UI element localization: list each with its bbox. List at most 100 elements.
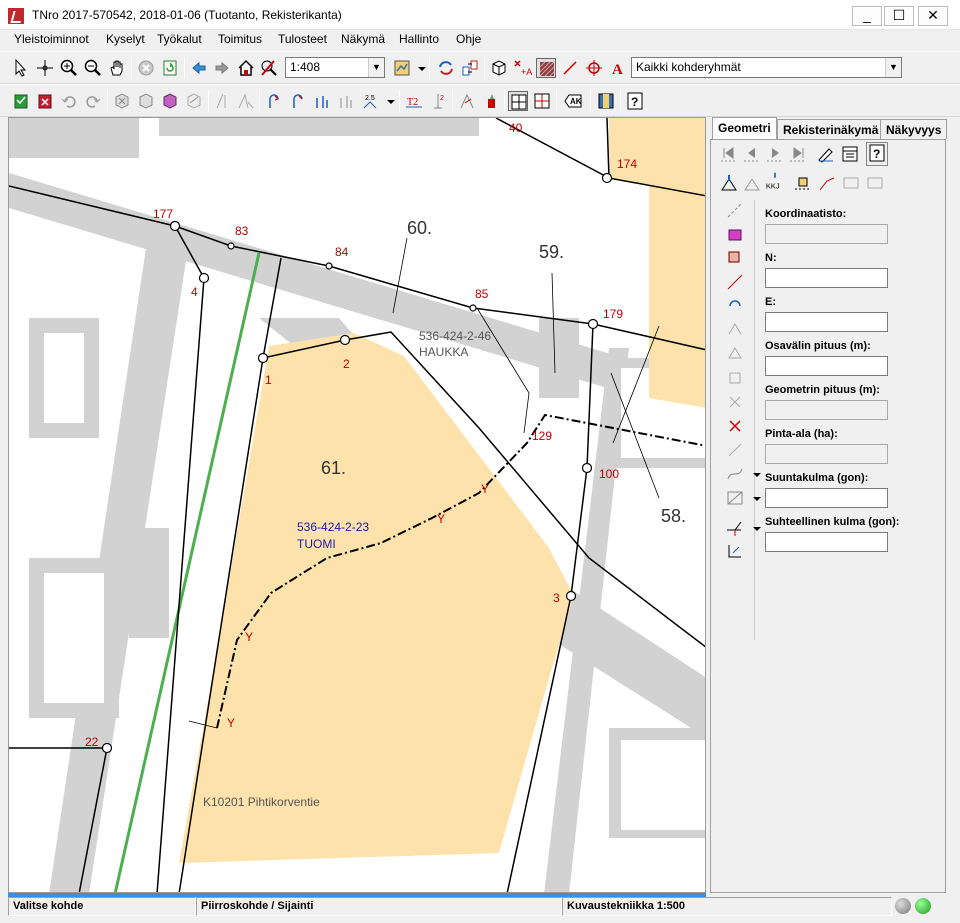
text-move-icon[interactable]: 2 bbox=[428, 91, 448, 111]
menu-yleistoiminnot[interactable]: Yleistoiminnot bbox=[14, 32, 89, 46]
point-append-icon[interactable] bbox=[742, 173, 762, 193]
shape-color-icon[interactable] bbox=[160, 91, 180, 111]
prev-icon[interactable] bbox=[742, 144, 762, 164]
zoom-in-icon[interactable] bbox=[59, 58, 79, 78]
last-icon[interactable] bbox=[788, 144, 808, 164]
n-coordinate-field[interactable] bbox=[765, 268, 888, 288]
zoom-out-icon[interactable] bbox=[83, 58, 103, 78]
undo-icon[interactable] bbox=[59, 91, 79, 111]
menu-hallinto[interactable]: Hallinto bbox=[399, 32, 439, 46]
stop-icon[interactable] bbox=[136, 58, 156, 78]
swap-icon[interactable] bbox=[436, 58, 456, 78]
help-icon[interactable]: ? bbox=[866, 142, 888, 166]
spacing-icon[interactable]: 2.5 bbox=[360, 91, 380, 111]
segment-length-field[interactable] bbox=[765, 356, 888, 376]
cube-icon[interactable] bbox=[489, 58, 509, 78]
rect-dropdown-icon[interactable] bbox=[747, 488, 761, 508]
shape-delete2-icon[interactable] bbox=[725, 392, 745, 412]
help-icon[interactable]: ? bbox=[625, 91, 645, 111]
measure-icon[interactable] bbox=[213, 91, 233, 111]
grid-mode2-icon[interactable] bbox=[532, 91, 552, 111]
arc-icon[interactable] bbox=[817, 173, 837, 193]
shape-edit-icon[interactable] bbox=[184, 91, 204, 111]
first-icon[interactable] bbox=[719, 144, 739, 164]
curve-icon[interactable] bbox=[725, 464, 745, 484]
tab-rekisterinakyma[interactable]: Rekisterinäkymä bbox=[777, 119, 885, 139]
home-icon[interactable] bbox=[236, 58, 256, 78]
object-group-select[interactable]: Kaikki kohderyhmät ▼ bbox=[631, 57, 902, 78]
point-move-icon[interactable] bbox=[288, 91, 308, 111]
shape-delete-icon[interactable] bbox=[112, 91, 132, 111]
arc3-icon[interactable] bbox=[865, 173, 885, 193]
layers-dropdown-icon[interactable] bbox=[412, 58, 426, 78]
hatch-icon[interactable] bbox=[536, 58, 556, 78]
tab-geometri[interactable]: Geometri bbox=[712, 117, 777, 140]
grid-mode-icon[interactable] bbox=[508, 91, 528, 111]
text-icon[interactable]: A bbox=[608, 58, 628, 78]
rect-icon[interactable] bbox=[725, 488, 745, 508]
map-canvas[interactable]: 40 174 177 83 84 85 179 4 2 1 129 100 3 … bbox=[9, 118, 706, 893]
tab-nakyvyys[interactable]: Näkyvyys bbox=[880, 119, 948, 139]
point-insert-icon[interactable] bbox=[719, 173, 739, 193]
relative-angle-icon[interactable] bbox=[725, 542, 745, 562]
kkj-icon[interactable]: KKJ bbox=[765, 171, 789, 195]
spacing-dropdown-icon[interactable] bbox=[381, 91, 395, 111]
redo-icon[interactable] bbox=[83, 91, 103, 111]
locate-icon[interactable] bbox=[259, 58, 279, 78]
select-icon[interactable] bbox=[11, 58, 31, 78]
relative-angle-field[interactable] bbox=[765, 532, 888, 552]
e-coordinate-field[interactable] bbox=[765, 312, 888, 332]
forward-icon[interactable] bbox=[212, 58, 232, 78]
polygon2-icon[interactable] bbox=[725, 248, 745, 268]
label-icon[interactable]: +A bbox=[512, 58, 532, 78]
menu-tyokalut[interactable]: Työkalut bbox=[157, 32, 202, 46]
layers-icon[interactable] bbox=[392, 58, 412, 78]
shape-icon[interactable] bbox=[136, 91, 156, 111]
curve-dropdown-icon[interactable] bbox=[747, 464, 761, 484]
menu-tulosteet[interactable]: Tulosteet bbox=[278, 32, 327, 46]
target-icon[interactable] bbox=[584, 58, 604, 78]
rotate-icon[interactable] bbox=[725, 296, 745, 316]
tool-icon[interactable] bbox=[725, 440, 745, 460]
maximize-button[interactable]: ☐ bbox=[884, 6, 914, 26]
shape-tool3-icon[interactable] bbox=[725, 368, 745, 388]
point-split-icon[interactable] bbox=[336, 91, 356, 111]
shape-tool-icon[interactable] bbox=[725, 320, 745, 340]
table-icon[interactable] bbox=[840, 144, 860, 164]
map-view[interactable]: 40 174 177 83 84 85 179 4 2 1 129 100 3 … bbox=[8, 117, 706, 893]
vertex-icon[interactable] bbox=[793, 173, 813, 193]
pen-icon[interactable] bbox=[481, 91, 501, 111]
delete-layer-icon[interactable] bbox=[35, 91, 55, 111]
refresh-icon[interactable] bbox=[160, 58, 180, 78]
ak-tag-icon[interactable]: AK bbox=[563, 91, 583, 111]
arc2-icon[interactable] bbox=[841, 173, 861, 193]
delete-point-icon[interactable] bbox=[725, 416, 745, 436]
pan-crosshair-icon[interactable] bbox=[35, 58, 55, 78]
menu-ohje[interactable]: Ohje bbox=[456, 32, 481, 46]
measure2-icon[interactable] bbox=[236, 91, 256, 111]
segment-icon[interactable] bbox=[725, 200, 745, 220]
menu-toimitus[interactable]: Toimitus bbox=[218, 32, 262, 46]
book-icon[interactable] bbox=[596, 91, 616, 111]
minimize-button[interactable]: _ bbox=[852, 6, 882, 26]
hand-icon[interactable] bbox=[107, 58, 127, 78]
line-edit-icon[interactable] bbox=[725, 272, 745, 292]
menu-kyselyt[interactable]: Kyselyt bbox=[106, 32, 145, 46]
back-icon[interactable] bbox=[189, 58, 209, 78]
edit-geometry-icon[interactable] bbox=[816, 144, 836, 164]
bearing-field[interactable] bbox=[765, 488, 888, 508]
menu-nakyma[interactable]: Näkymä bbox=[341, 32, 385, 46]
save-layer-icon[interactable] bbox=[11, 91, 31, 111]
line-icon[interactable] bbox=[560, 58, 580, 78]
point-add-icon[interactable] bbox=[264, 91, 284, 111]
erase-icon[interactable] bbox=[457, 91, 477, 111]
text-edit-icon[interactable]: T2 bbox=[404, 91, 424, 111]
next-icon[interactable] bbox=[765, 144, 785, 164]
swap2-icon[interactable] bbox=[460, 58, 480, 78]
polygon-icon[interactable] bbox=[725, 224, 745, 244]
point-remove-icon[interactable] bbox=[312, 91, 332, 111]
close-button[interactable]: ✕ bbox=[918, 6, 948, 26]
scale-select[interactable]: 1:408 ▼ bbox=[285, 57, 385, 78]
shape-tool2-icon[interactable] bbox=[725, 344, 745, 364]
angle-dropdown-icon[interactable] bbox=[747, 518, 761, 538]
